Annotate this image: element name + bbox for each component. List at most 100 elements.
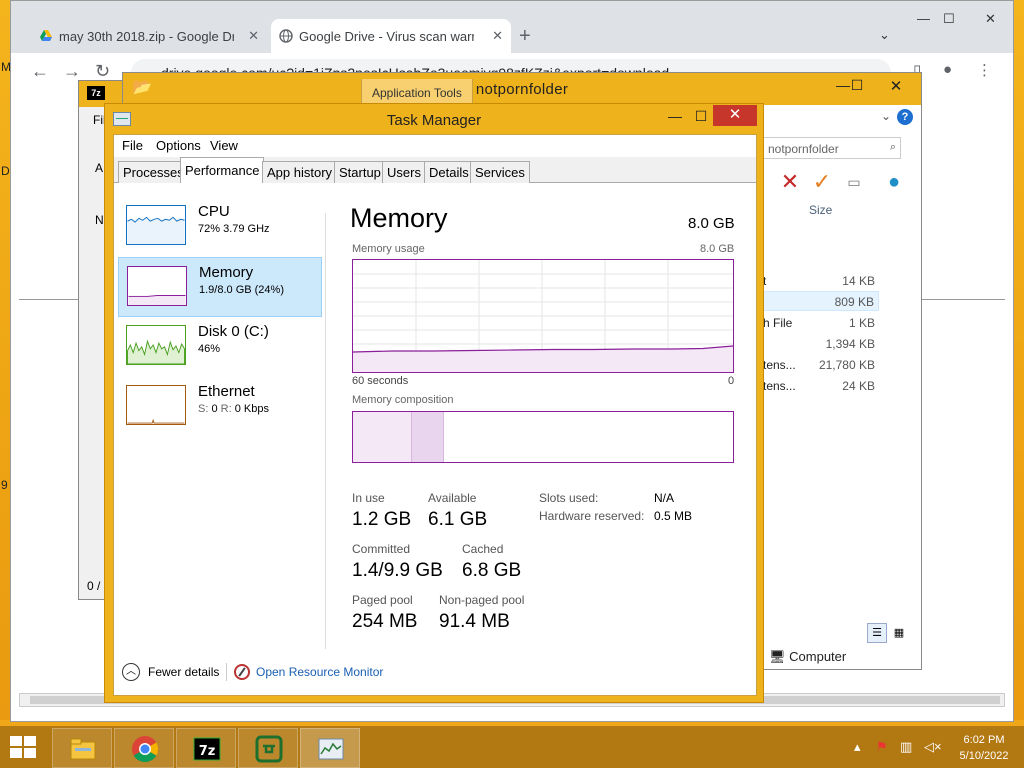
perf-item-name: Memory	[199, 264, 254, 281]
performance-panel: CPU 72% 3.79 GHz Memory 1.9/8.0 GB (24%)…	[114, 183, 756, 653]
taskbar-7zip[interactable]: 7z	[176, 728, 236, 768]
info-label: Hardware reserved:	[539, 509, 645, 523]
forward-button[interactable]: →	[63, 61, 81, 82]
tab-details[interactable]: Details	[424, 161, 474, 183]
start-button[interactable]	[10, 736, 38, 760]
size-column-header[interactable]: Size	[809, 203, 832, 217]
task-manager-title-bar[interactable]: Task Manager — ☐ ✕	[105, 104, 763, 134]
file-row[interactable]: tens... 24 KB	[763, 376, 879, 396]
tab-services[interactable]: Services	[470, 161, 530, 183]
checkmark-icon[interactable]: ✓	[809, 169, 835, 195]
explorer-search-input[interactable]: notpornfolder ⌕	[761, 137, 901, 159]
network-icon[interactable]: ▥	[900, 739, 912, 755]
memory-total: 8.0 GB	[688, 215, 735, 232]
tab-startup[interactable]: Startup	[334, 161, 386, 183]
tab-users[interactable]: Users	[382, 161, 426, 183]
chrome-menu-icon[interactable]: ⋮	[977, 61, 992, 79]
7zip-icon: 7z	[193, 737, 221, 761]
help-icon[interactable]: ?	[897, 109, 913, 125]
stat-value: 91.4 MB	[439, 611, 510, 632]
large-icons-view-icon[interactable]: ▦	[889, 623, 909, 643]
taskbar-app[interactable]	[238, 728, 298, 768]
taskbar-clock[interactable]: 6:02 PM 5/10/2022	[952, 732, 1016, 764]
stat-value: 6.8 GB	[462, 560, 522, 581]
7zip-status-fragment: 0 /	[87, 579, 101, 593]
footer-separator	[226, 663, 227, 681]
stat-nonpaged-pool: Non-paged pool 91.4 MB	[439, 593, 524, 633]
resource-monitor-icon[interactable]	[234, 664, 250, 680]
file-row-selected[interactable]: 809 KB	[763, 291, 879, 311]
taskbar-chrome[interactable]	[114, 728, 174, 768]
file-row[interactable]: tens... 21,780 KB	[763, 355, 879, 375]
composition-in-use[interactable]	[353, 412, 412, 462]
memory-heading: Memory	[350, 203, 448, 233]
details-view-icon[interactable]: ☰	[867, 623, 887, 643]
network-globe-icon[interactable]: ●	[881, 169, 907, 195]
memory-usage-graph	[352, 259, 734, 373]
perf-item-ethernet[interactable]: Ethernet S: 0 R: 0 Kbps	[118, 377, 322, 437]
chrome-close-button[interactable]: ✕	[985, 11, 996, 27]
chrome-icon	[132, 736, 159, 763]
new-tab-button[interactable]: +	[519, 25, 531, 48]
stat-value: 254 MB	[352, 611, 418, 632]
tab-search-chevron-icon[interactable]: ⌄	[879, 27, 890, 43]
file-row[interactable]: h File 1 KB	[763, 313, 879, 333]
profile-avatar-icon[interactable]: ●	[943, 61, 952, 78]
perf-item-memory[interactable]: Memory 1.9/8.0 GB (24%)	[118, 257, 322, 317]
delete-icon[interactable]: ✕	[777, 169, 803, 195]
task-manager-minimize-button[interactable]: —	[661, 108, 689, 128]
menu-view[interactable]: View	[210, 138, 238, 153]
7zip-column-fragment[interactable]: N	[95, 213, 104, 227]
file-size: 1 KB	[848, 316, 875, 330]
rename-icon[interactable]: ▭	[841, 169, 867, 195]
chrome-tab-drive-zip[interactable]: may 30th 2018.zip - Google Drive ✕	[31, 19, 267, 53]
show-hidden-icons-icon[interactable]: ▴	[854, 739, 861, 755]
chrome-maximize-button[interactable]: ☐	[943, 11, 955, 27]
action-center-flag-icon[interactable]: ⚑	[876, 739, 888, 755]
file-explorer-icon	[70, 738, 96, 760]
panel-divider[interactable]	[325, 213, 326, 653]
task-manager-maximize-button[interactable]: ☐	[687, 108, 715, 128]
reload-button[interactable]: ↻	[95, 61, 110, 82]
stat-label: Non-paged pool	[439, 593, 525, 607]
ribbon-expand-chevron-icon[interactable]: ⌄	[881, 109, 891, 123]
ethernet-sparkline	[126, 385, 186, 425]
windows-logo-pane	[10, 736, 22, 746]
file-row[interactable]: t 14 KB	[763, 271, 879, 291]
chrome-tab-virus-scan[interactable]: Google Drive - Virus scan warning ✕	[271, 19, 511, 53]
close-tab-icon[interactable]: ✕	[248, 28, 259, 44]
explorer-title: notpornfolder	[475, 81, 569, 98]
tab-performance[interactable]: Performance	[180, 157, 265, 184]
taskbar-task-manager[interactable]	[300, 728, 360, 768]
menu-file[interactable]: File	[122, 138, 143, 153]
receive-label: R:	[220, 403, 232, 415]
composition-modified[interactable]	[412, 412, 444, 462]
perf-item-disk[interactable]: Disk 0 (C:) 46%	[118, 317, 322, 377]
7zip-toolbar-fragment[interactable]: A	[95, 161, 103, 175]
stat-available: Available 6.1 GB	[428, 491, 487, 531]
cpu-sparkline	[126, 205, 186, 245]
memory-usage-label: Memory usage	[352, 243, 425, 255]
explorer-close-button[interactable]: ✕	[875, 77, 917, 97]
tab-app-history[interactable]: App history	[262, 161, 338, 183]
disk-sparkline	[126, 325, 186, 365]
desktop-icon-label: D	[1, 164, 10, 178]
task-manager-close-button[interactable]: ✕	[713, 105, 757, 126]
close-tab-icon[interactable]: ✕	[492, 28, 503, 44]
taskbar-file-explorer[interactable]	[52, 728, 112, 768]
memory-composition-bar[interactable]	[352, 411, 734, 463]
perf-item-cpu[interactable]: CPU 72% 3.79 GHz	[118, 197, 322, 257]
stat-label: In use	[352, 491, 385, 505]
fewer-details-button[interactable]: Fewer details	[148, 665, 219, 679]
tab-processes[interactable]: Processes	[118, 161, 189, 183]
nav-pane-computer[interactable]: 🖥 Computer	[769, 649, 846, 665]
volume-muted-icon[interactable]: ◁×	[924, 739, 942, 755]
open-resource-monitor-link[interactable]: Open Resource Monitor	[256, 665, 383, 679]
explorer-maximize-button[interactable]: ☐	[843, 77, 871, 97]
chrome-minimize-button[interactable]: —	[917, 11, 930, 26]
terminal-app-icon	[255, 735, 283, 763]
back-button[interactable]: ←	[31, 61, 49, 82]
chevron-up-icon[interactable]: ︿	[122, 663, 140, 681]
menu-options[interactable]: Options	[156, 138, 201, 153]
file-row[interactable]: 1,394 KB	[763, 334, 879, 354]
